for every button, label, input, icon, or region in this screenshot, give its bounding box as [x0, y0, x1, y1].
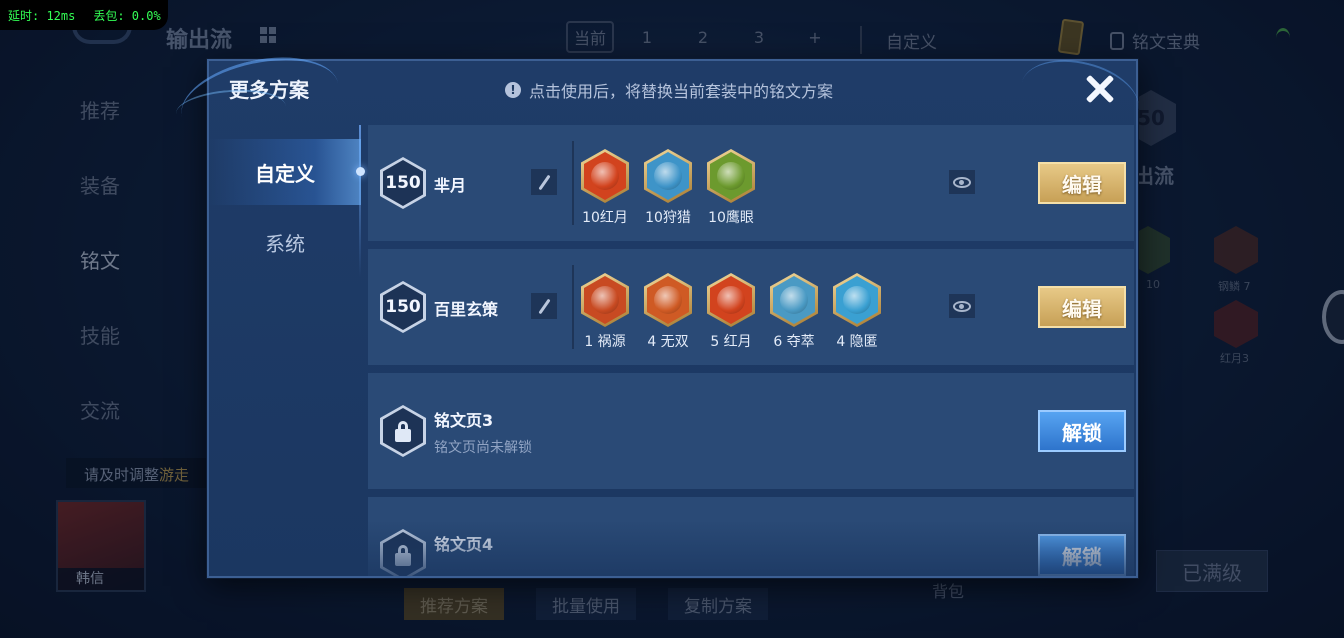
red-moon-rune-icon: [581, 149, 629, 203]
rune-set: 10红月 10狩猎 10鹰眼: [580, 149, 756, 227]
locked-plan-row: 铭文页3 铭文页尚未解锁 解锁: [368, 373, 1134, 489]
level-badge: 150: [380, 281, 426, 333]
dialog-notice: ! 点击使用后，将替换当前套装中的铭文方案: [505, 78, 833, 102]
rune-item: 5 红月: [706, 273, 756, 351]
lock-badge: [380, 405, 426, 457]
tab-custom[interactable]: 自定义: [209, 139, 365, 205]
close-icon[interactable]: [1080, 69, 1120, 109]
level-value: 150: [383, 160, 423, 206]
rune-item: 10狩猎: [643, 149, 693, 227]
rune-set: 1 祸源 4 无双 5 红月 6 夺萃 4 隐匿: [580, 273, 882, 351]
rune-label: 10鹰眼: [708, 210, 754, 226]
unlock-button[interactable]: 解锁: [1038, 534, 1126, 576]
rename-pencil-icon[interactable]: [531, 169, 557, 195]
rune-label: 4 隐匿: [836, 334, 878, 350]
preview-eye-icon[interactable]: [949, 170, 975, 194]
preview-eye-icon[interactable]: [949, 294, 975, 318]
notice-text: 点击使用后，将替换当前套装中的铭文方案: [529, 82, 834, 101]
rune-item: 4 无双: [643, 273, 693, 351]
plan-name: 铭文页4: [434, 535, 494, 554]
level-badge: 150: [380, 157, 426, 209]
network-status: 延时: 12ms 丢包: 0.0%: [0, 0, 168, 30]
plan-name: 百里玄策: [434, 300, 499, 319]
matchless-rune-icon: [644, 273, 692, 327]
divider: [572, 265, 574, 349]
info-icon: !: [505, 82, 521, 98]
plan-row: 150 百里玄策 1 祸源 4 无双 5 红月 6 夺萃 4 隐匿 编辑: [368, 249, 1134, 365]
lock-icon: [383, 532, 423, 576]
rename-pencil-icon[interactable]: [531, 293, 557, 319]
hunt-rune-icon: [644, 149, 692, 203]
tab-system[interactable]: 系统: [209, 209, 361, 275]
rune-item: 10红月: [580, 149, 630, 227]
unlock-button[interactable]: 解锁: [1038, 410, 1126, 452]
rune-item: 6 夺萃: [769, 273, 819, 351]
more-plans-dialog: 更多方案 ! 点击使用后，将替换当前套装中的铭文方案 自定义 系统 150 芈月…: [207, 59, 1138, 578]
rune-label: 10狩猎: [645, 210, 691, 226]
rune-item: 4 隐匿: [832, 273, 882, 351]
edit-button[interactable]: 编辑: [1038, 162, 1126, 204]
rune-label: 4 无双: [647, 334, 689, 350]
rune-label: 10红月: [582, 210, 628, 226]
plan-list: 150 芈月 10红月 10狩猎 10鹰眼 编辑 150 百里玄策 1 祸源 4 无双…: [368, 125, 1134, 576]
dialog-title: 更多方案: [229, 78, 309, 102]
hawk-eye-rune-icon: [707, 149, 755, 203]
plan-row: 150 芈月 10红月 10狩猎 10鹰眼 编辑: [368, 125, 1134, 241]
lock-badge: [380, 529, 426, 576]
locked-plan-row: 铭文页4 解锁: [368, 497, 1134, 576]
rune-item: 1 祸源: [580, 273, 630, 351]
latency-readout: 延时: 12ms: [8, 8, 76, 23]
rune-label: 6 夺萃: [773, 334, 815, 350]
stealth-rune-icon: [833, 273, 881, 327]
packet-loss-readout: 丢包: 0.0%: [93, 8, 161, 23]
edit-button[interactable]: 编辑: [1038, 286, 1126, 328]
plan-name: 芈月: [434, 176, 467, 195]
rune-item: 10鹰眼: [706, 149, 756, 227]
level-value: 150: [383, 284, 423, 330]
rune-label: 5 红月: [710, 334, 752, 350]
calamity-rune-icon: [581, 273, 629, 327]
plunder-rune-icon: [770, 273, 818, 327]
plan-category-tabs: 自定义 系统: [209, 125, 365, 576]
plan-name: 铭文页3: [434, 411, 494, 430]
lock-icon: [383, 408, 423, 454]
red-moon-rune-icon: [707, 273, 755, 327]
plan-status: 铭文页尚未解锁: [434, 440, 532, 456]
rune-label: 1 祸源: [584, 334, 626, 350]
divider: [572, 141, 574, 225]
